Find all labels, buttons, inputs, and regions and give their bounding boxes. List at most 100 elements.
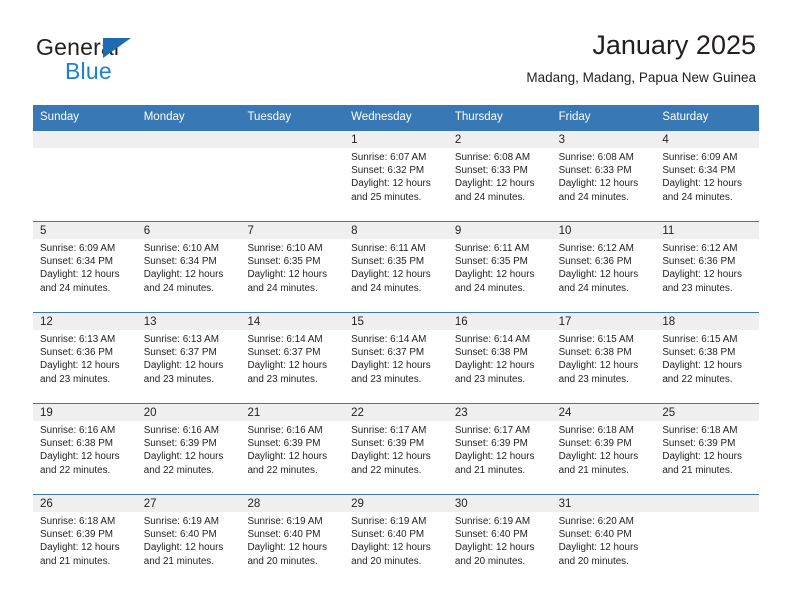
day-cell[interactable]: 10 Sunrise: 6:12 AM Sunset: 6:36 PM Dayl… [551,222,656,312]
sunrise-text: Sunrise: 6:15 AM [558,334,634,345]
daylight-text-line2: and 20 minutes. [247,555,318,567]
general-blue-logo[interactable]: General Blue [36,34,236,90]
day-cell[interactable]: 21 Sunrise: 6:16 AM Sunset: 6:39 PM Dayl… [240,404,345,494]
sunrise-text: Sunrise: 6:18 AM [558,425,634,436]
day-cell[interactable]: 26 Sunrise: 6:18 AM Sunset: 6:39 PM Dayl… [33,495,137,585]
page-header: General Blue January 2025 Madang, Madang… [36,28,756,92]
daylight-text-line2: and 22 minutes. [662,373,733,385]
sunrise-text: Sunrise: 6:17 AM [454,425,531,436]
day-cell[interactable]: 14 Sunrise: 6:14 AM Sunset: 6:37 PM Dayl… [240,313,345,403]
day-cell[interactable]: 4 Sunrise: 6:09 AM Sunset: 6:34 PM Dayli… [655,131,760,221]
day-cell[interactable]: 20 Sunrise: 6:16 AM Sunset: 6:39 PM Dayl… [136,404,241,494]
daylight-text-line1: Daylight: 12 hours [662,451,742,463]
daylight-text-line2: and 20 minutes. [558,555,629,567]
day-cell[interactable]: 1 Sunrise: 6:07 AM Sunset: 6:32 PM Dayli… [344,131,448,221]
daylight-text-line1: Daylight: 12 hours [558,178,639,190]
day-cell[interactable] [33,131,137,221]
sunrise-text: Sunrise: 6:07 AM [351,152,427,163]
day-cell[interactable]: 16 Sunrise: 6:14 AM Sunset: 6:38 PM Dayl… [447,313,552,403]
weekday-header-sunday: Sunday [40,111,80,123]
sunset-text: Sunset: 6:38 PM [662,347,736,359]
day-number: 16 [447,313,552,330]
day-info [137,148,241,151]
day-cell[interactable] [136,131,241,221]
day-number: 10 [551,222,656,239]
sunrise-text: Sunrise: 6:13 AM [143,334,219,345]
day-cell[interactable]: 7 Sunrise: 6:10 AM Sunset: 6:35 PM Dayli… [240,222,345,312]
daylight-text-line1: Daylight: 12 hours [143,451,224,463]
day-number [655,495,760,512]
day-number: 15 [344,313,448,330]
day-cell[interactable]: 25 Sunrise: 6:18 AM Sunset: 6:39 PM Dayl… [655,404,760,494]
day-number: 21 [240,404,345,421]
day-cell[interactable]: 5 Sunrise: 6:09 AM Sunset: 6:34 PM Dayli… [33,222,137,312]
day-cell[interactable]: 13 Sunrise: 6:13 AM Sunset: 6:37 PM Dayl… [136,313,241,403]
day-number: 6 [136,222,241,239]
day-info: Sunrise: 6:14 AM Sunset: 6:38 PM Dayligh… [448,330,552,386]
day-info [655,512,759,515]
sunrise-text: Sunrise: 6:08 AM [454,152,531,163]
day-cell[interactable] [240,131,345,221]
day-number: 9 [447,222,552,239]
day-info: Sunrise: 6:20 AM Sunset: 6:40 PM Dayligh… [552,512,656,568]
sunset-text: Sunset: 6:38 PM [454,347,528,359]
day-cell[interactable]: 2 Sunrise: 6:08 AM Sunset: 6:33 PM Dayli… [447,131,552,221]
day-cell[interactable]: 19 Sunrise: 6:16 AM Sunset: 6:38 PM Dayl… [33,404,137,494]
daylight-text-line1: Daylight: 12 hours [143,360,224,372]
day-cell[interactable]: 22 Sunrise: 6:17 AM Sunset: 6:39 PM Dayl… [344,404,448,494]
daylight-text-line2: and 23 minutes. [662,282,733,294]
daylight-text-line1: Daylight: 12 hours [351,360,431,372]
daylight-text-line1: Daylight: 12 hours [40,451,120,463]
day-cell[interactable]: 23 Sunrise: 6:17 AM Sunset: 6:39 PM Dayl… [447,404,552,494]
calendar-week-row: 19 Sunrise: 6:16 AM Sunset: 6:38 PM Dayl… [33,403,760,494]
day-cell[interactable]: 17 Sunrise: 6:15 AM Sunset: 6:38 PM Dayl… [551,313,656,403]
day-info: Sunrise: 6:13 AM Sunset: 6:36 PM Dayligh… [33,330,137,386]
day-cell[interactable]: 31 Sunrise: 6:20 AM Sunset: 6:40 PM Dayl… [551,495,656,585]
sunrise-text: Sunrise: 6:16 AM [247,425,323,436]
sunrise-text: Sunrise: 6:10 AM [247,243,323,254]
weekday-header-saturday: Saturday [662,111,709,123]
day-cell[interactable]: 15 Sunrise: 6:14 AM Sunset: 6:37 PM Dayl… [344,313,448,403]
daylight-text-line2: and 22 minutes. [40,464,111,476]
sunset-text: Sunset: 6:37 PM [351,347,425,359]
daylight-text-line2: and 24 minutes. [662,191,733,203]
day-cell[interactable]: 18 Sunrise: 6:15 AM Sunset: 6:38 PM Dayl… [655,313,760,403]
calendar-week-row: 26 Sunrise: 6:18 AM Sunset: 6:39 PM Dayl… [33,494,760,585]
sunset-text: Sunset: 6:34 PM [40,256,114,268]
day-cell[interactable]: 12 Sunrise: 6:13 AM Sunset: 6:36 PM Dayl… [33,313,137,403]
sunset-text: Sunset: 6:38 PM [40,438,114,450]
day-cell[interactable]: 3 Sunrise: 6:08 AM Sunset: 6:33 PM Dayli… [551,131,656,221]
day-number: 25 [655,404,760,421]
daylight-text-line1: Daylight: 12 hours [351,451,431,463]
day-cell[interactable]: 28 Sunrise: 6:19 AM Sunset: 6:40 PM Dayl… [240,495,345,585]
day-cell[interactable]: 27 Sunrise: 6:19 AM Sunset: 6:40 PM Dayl… [136,495,241,585]
day-cell[interactable]: 11 Sunrise: 6:12 AM Sunset: 6:36 PM Dayl… [655,222,760,312]
day-number: 24 [551,404,656,421]
sunset-text: Sunset: 6:39 PM [662,438,736,450]
day-info: Sunrise: 6:18 AM Sunset: 6:39 PM Dayligh… [552,421,656,477]
sunrise-text: Sunrise: 6:11 AM [454,243,530,254]
sunset-text: Sunset: 6:36 PM [662,256,736,268]
day-cell[interactable]: 24 Sunrise: 6:18 AM Sunset: 6:39 PM Dayl… [551,404,656,494]
day-number: 7 [240,222,345,239]
day-number: 14 [240,313,345,330]
sunset-text: Sunset: 6:36 PM [558,256,632,268]
page-subtitle: Madang, Madang, Papua New Guinea [526,70,756,85]
sunset-text: Sunset: 6:37 PM [143,347,217,359]
day-cell[interactable]: 30 Sunrise: 6:19 AM Sunset: 6:40 PM Dayl… [447,495,552,585]
sunset-text: Sunset: 6:37 PM [247,347,321,359]
day-info [240,148,344,151]
daylight-text-line2: and 23 minutes. [454,373,526,385]
day-info: Sunrise: 6:11 AM Sunset: 6:35 PM Dayligh… [344,239,448,295]
sunrise-text: Sunrise: 6:14 AM [454,334,531,345]
day-cell[interactable] [655,495,760,585]
daylight-text-line1: Daylight: 12 hours [351,542,431,554]
calendar-week-row: 12 Sunrise: 6:13 AM Sunset: 6:36 PM Dayl… [33,312,760,403]
daylight-text-line2: and 21 minutes. [558,464,629,476]
day-cell[interactable]: 6 Sunrise: 6:10 AM Sunset: 6:34 PM Dayli… [136,222,241,312]
sunset-text: Sunset: 6:36 PM [40,347,114,359]
day-number: 8 [344,222,448,239]
day-cell[interactable]: 9 Sunrise: 6:11 AM Sunset: 6:35 PM Dayli… [447,222,552,312]
day-cell[interactable]: 8 Sunrise: 6:11 AM Sunset: 6:35 PM Dayli… [344,222,448,312]
day-cell[interactable]: 29 Sunrise: 6:19 AM Sunset: 6:40 PM Dayl… [344,495,448,585]
